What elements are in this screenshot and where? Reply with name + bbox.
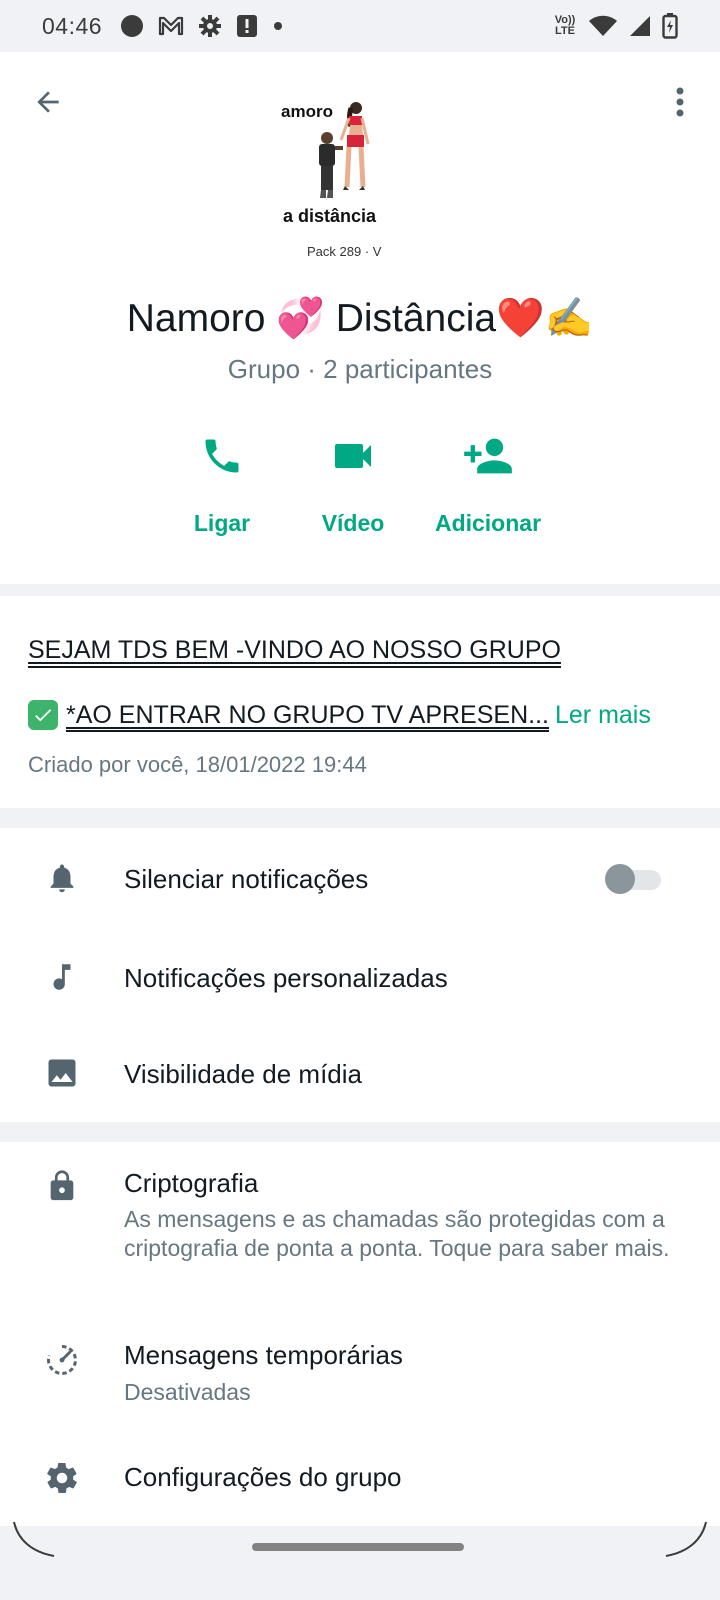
disappearing-messages-title: Mensagens temporárias — [124, 1340, 403, 1370]
group-subtitle: Grupo · 2 participantes — [227, 354, 493, 384]
back-button[interactable] — [26, 80, 70, 124]
media-visibility-label: Visibilidade de mídia — [124, 1059, 362, 1089]
description-line-1: SEJAM TDS BEM -VINDO AO NOSSO GRUPO — [28, 636, 561, 664]
music-note-icon — [42, 957, 82, 997]
more-options-button[interactable] — [660, 80, 700, 124]
video-button[interactable]: Vídeo — [283, 432, 423, 537]
add-participant-button[interactable]: Adicionar — [418, 432, 558, 537]
gear-icon — [42, 1458, 82, 1498]
status-bar: 04:46 Vo)) LTE — [0, 0, 720, 52]
created-info: Criado por você, 18/01/2022 19:44 — [28, 752, 367, 777]
video-label: Vídeo — [321, 510, 385, 536]
group-description-card[interactable]: SEJAM TDS BEM -VINDO AO NOSSO GRUPO *AO … — [0, 596, 720, 808]
settings-icon — [198, 14, 222, 38]
videocam-icon — [335, 444, 371, 468]
dot-icon — [272, 20, 284, 32]
image-icon — [42, 1053, 82, 1093]
privacy-settings-card: Criptografia As mensagens e as chamadas … — [0, 1142, 720, 1526]
status-time: 04:46 — [42, 12, 103, 39]
disappearing-messages-row[interactable]: Mensagens temporárias Desativadas — [0, 1322, 720, 1432]
encryption-subtitle: As mensagens e as chamadas são protegida… — [124, 1206, 670, 1261]
arrow-left-icon — [37, 91, 59, 113]
notification-settings-card: Silenciar notificações Notificações pers… — [0, 828, 720, 1122]
home-handle[interactable] — [252, 1543, 464, 1551]
avatar-text-small: Pack 289 · V — [307, 244, 382, 259]
corner-right-decoration — [665, 1521, 707, 1557]
avatar-text-bottom: a distância — [283, 206, 377, 226]
description-line-2: *AO ENTRAR NO GRUPO TV APRESEN... Ler ma… — [28, 700, 651, 730]
phone-icon — [205, 439, 239, 473]
volte-icon: Vo)) LTE — [554, 14, 576, 37]
mute-toggle-thumb — [605, 864, 635, 894]
mute-toggle[interactable] — [605, 864, 663, 894]
mute-notifications-row[interactable]: Silenciar notificações — [0, 830, 720, 926]
group-settings-row[interactable]: Configurações do grupo — [0, 1442, 720, 1526]
signal-icon — [628, 14, 652, 38]
add-participant-label: Adicionar — [434, 510, 542, 536]
lock-icon — [42, 1166, 82, 1206]
group-settings-title: Configurações do grupo — [124, 1462, 402, 1492]
more-vert-icon — [676, 87, 684, 117]
status-system-icons: Vo)) LTE — [552, 13, 678, 39]
call-button[interactable]: Ligar — [152, 432, 292, 537]
group-info-header: amoro a distância Pack 289 · V Namoro 💞 … — [0, 52, 720, 584]
encryption-row[interactable]: Criptografia As mensagens e as chamadas … — [0, 1142, 720, 1310]
gesture-nav-bar — [0, 1521, 720, 1600]
record-icon — [120, 14, 144, 38]
avatar-couple-illustration — [319, 102, 370, 198]
timer-icon — [42, 1340, 82, 1380]
call-label: Ligar — [193, 510, 251, 536]
group-avatar[interactable]: amoro a distância Pack 289 · V — [281, 94, 401, 262]
custom-notifications-row[interactable]: Notificações personalizadas — [0, 929, 720, 1025]
mute-notifications-label: Silenciar notificações — [124, 864, 369, 894]
disappearing-messages-status: Desativadas — [124, 1379, 251, 1405]
wifi-icon — [588, 14, 618, 38]
gmail-icon — [158, 15, 184, 37]
alert-icon — [236, 14, 258, 38]
status-notification-icons — [120, 14, 284, 38]
custom-notifications-label: Notificações personalizadas — [124, 963, 448, 993]
bell-icon — [42, 858, 82, 898]
description-preview: *AO ENTRAR NO GRUPO TV APRESEN... — [66, 700, 549, 729]
media-visibility-row[interactable]: Visibilidade de mídia — [0, 1025, 720, 1121]
battery-charging-icon — [662, 13, 678, 39]
encryption-title: Criptografia — [124, 1168, 259, 1198]
person-add-icon — [464, 438, 512, 474]
check-mark-icon — [28, 700, 58, 730]
group-name[interactable]: Namoro 💞 Distância❤️✍️ — [0, 295, 720, 341]
group-actions: Ligar Vídeo Adicionar — [0, 432, 720, 552]
read-more-link[interactable]: Ler mais — [555, 701, 651, 730]
corner-left-decoration — [13, 1521, 55, 1557]
